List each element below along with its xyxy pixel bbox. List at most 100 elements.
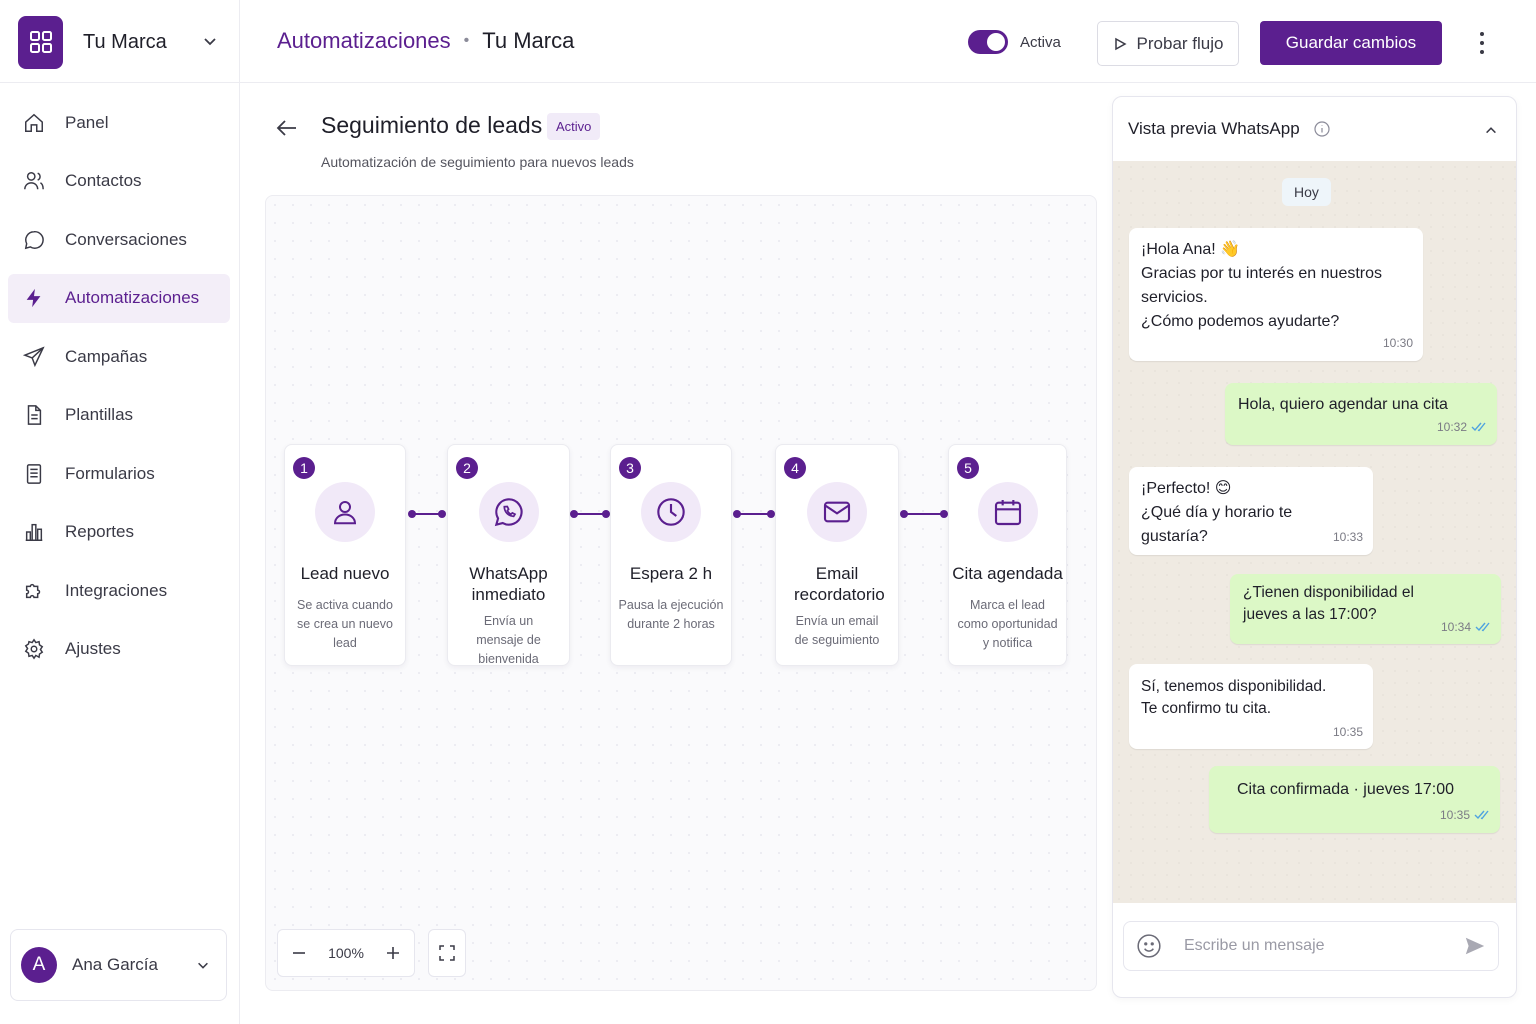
- step-title: Lead nuevo: [300, 564, 390, 583]
- sidebar-item-integraciones[interactable]: Integraciones: [8, 566, 230, 615]
- step-number: 1: [293, 457, 315, 479]
- outgoing-message: Hola, quiero agendar una cita 10:32: [1225, 383, 1497, 445]
- sidebar-item-label: Formularios: [65, 463, 155, 483]
- message-text: Hola, quiero agendar una cita: [1238, 396, 1448, 413]
- step-description: Envía un mensaje de bienvenida: [476, 614, 541, 666]
- step-description: Envía un email de seguimiento: [794, 614, 880, 647]
- clock-icon: [641, 482, 701, 542]
- outgoing-message: Cita confirmada · jueves 17:00 10:35: [1209, 766, 1500, 833]
- flow-step-2[interactable]: 2 WhatsApp inmediato Envía un mensaje de…: [447, 444, 570, 666]
- message-text: Sí, tenemos disponibilidad. Te confirmo …: [1141, 678, 1327, 717]
- step-number: 5: [957, 457, 979, 479]
- message-time: 10:35: [1439, 808, 1470, 822]
- connector-line: [408, 510, 446, 518]
- sidebar-item-formularios[interactable]: Formularios: [8, 449, 230, 498]
- step-description: Pausa la ejecución durante 2 horas: [618, 598, 724, 631]
- outgoing-message: ¿Tienen disponibilidad el jueves a las 1…: [1230, 574, 1501, 644]
- connector-line: [570, 510, 610, 518]
- page-subtitle: Automatización de seguimiento para nuevo…: [321, 154, 634, 170]
- message-text: ¿Tienen disponibilidad el jueves a las 1…: [1243, 584, 1414, 623]
- incoming-message: Sí, tenemos disponibilidad. Te confirmo …: [1129, 664, 1373, 749]
- message-time: 10:34: [1440, 620, 1471, 634]
- document-icon: [22, 403, 46, 427]
- breadcrumb-link[interactable]: Automatizaciones: [277, 28, 451, 54]
- message-time: 10:33: [1332, 530, 1363, 544]
- chevron-down-icon[interactable]: [196, 958, 210, 972]
- breadcrumb: Automatizaciones • Tu Marca: [277, 28, 574, 54]
- flow-step-1[interactable]: 1 Lead nuevo Se activa cuando se crea un…: [284, 444, 406, 666]
- emoji-icon[interactable]: [1136, 933, 1162, 959]
- send-icon: [22, 345, 46, 369]
- breadcrumb-current: Tu Marca: [482, 28, 575, 53]
- sidebar-item-label: Ajustes: [65, 639, 121, 658]
- flow-step-5[interactable]: 5 Cita agendada Marca el lead como oport…: [948, 444, 1067, 666]
- info-icon[interactable]: [1314, 121, 1330, 137]
- incoming-message: ¡Perfecto! 😊 ¿Qué día y horario te gusta…: [1129, 467, 1373, 555]
- sidebar-nav: Panel Contactos Conversaciones Automatiz…: [8, 98, 230, 683]
- step-title: Cita agendada: [952, 564, 1063, 583]
- sidebar-item-automatizaciones[interactable]: Automatizaciones: [8, 273, 230, 323]
- day-separator: Hoy: [1282, 178, 1331, 206]
- puzzle-icon: [22, 579, 46, 603]
- sidebar-item-contactos[interactable]: Contactos: [8, 157, 230, 206]
- whatsapp-preview-panel: Vista previa WhatsApp Hoy ¡Hola Ana! 👋 G…: [1112, 96, 1517, 998]
- message-input[interactable]: [1184, 937, 1454, 955]
- zoom-out-icon[interactable]: [292, 946, 306, 960]
- flow-step-3[interactable]: 3 Espera 2 h Pausa la ejecución durante …: [610, 444, 732, 666]
- breadcrumb-separator: •: [463, 32, 470, 49]
- sidebar-item-label: Conversaciones: [65, 229, 187, 249]
- active-toggle[interactable]: [968, 30, 1008, 54]
- status-badge: Activo: [547, 113, 601, 140]
- chevron-up-icon[interactable]: [1484, 123, 1498, 137]
- preview-header: Vista previa WhatsApp: [1113, 97, 1516, 161]
- play-icon: [1114, 37, 1127, 50]
- gear-icon: [22, 637, 46, 661]
- toggle-label: Activa: [1020, 34, 1061, 51]
- user-menu[interactable]: A Ana García: [10, 929, 227, 1001]
- connector-line: [733, 510, 775, 518]
- mail-icon: [807, 482, 867, 542]
- user-name: Ana García: [72, 955, 158, 974]
- sidebar-item-reportes[interactable]: Reportes: [8, 508, 230, 557]
- double-check-icon: [1475, 622, 1490, 632]
- sidebar-item-label: Automatizaciones: [65, 288, 200, 307]
- users-icon: [22, 169, 46, 193]
- more-options-icon[interactable]: [1470, 30, 1494, 56]
- step-title: Espera 2 h: [629, 564, 713, 583]
- step-title: WhatsApp inmediato: [469, 564, 548, 604]
- sidebar-item-label: Campañas: [65, 346, 148, 366]
- zoom-control: 100%: [277, 929, 415, 977]
- flow-step-4[interactable]: 4 Email recordatorio Envía un email de s…: [775, 444, 899, 666]
- message-text: ¡Hola Ana! 👋 Gracias por tu interés en n…: [1141, 241, 1383, 330]
- zoom-in-icon[interactable]: [386, 946, 400, 960]
- brand-switcher[interactable]: Tu Marca: [18, 15, 230, 69]
- sidebar-item-panel[interactable]: Panel: [8, 98, 230, 147]
- sidebar-item-ajustes[interactable]: Ajustes: [8, 625, 230, 674]
- chat-area: Hoy ¡Hola Ana! 👋 Gracias por tu interés …: [1113, 161, 1516, 903]
- back-arrow-icon[interactable]: [276, 118, 298, 138]
- bar-chart-icon: [22, 520, 46, 544]
- step-description: Se activa cuando se crea un nuevo lead: [297, 598, 393, 650]
- double-check-icon: [1474, 810, 1489, 820]
- chevron-down-icon[interactable]: [202, 33, 218, 49]
- save-button[interactable]: Guardar cambios: [1260, 21, 1442, 65]
- step-number: 4: [784, 457, 806, 479]
- preview-title: Vista previa WhatsApp: [1128, 119, 1300, 138]
- header-divider: [0, 82, 1536, 83]
- double-check-icon: [1471, 422, 1486, 432]
- test-flow-label: Probar flujo: [1136, 33, 1224, 53]
- message-time: 10:35: [1332, 725, 1363, 739]
- brand-name: Tu Marca: [83, 30, 167, 53]
- send-icon[interactable]: [1464, 935, 1486, 957]
- step-description: Marca el lead como oportunidad y notific…: [957, 598, 1058, 650]
- zoom-level: 100%: [328, 945, 364, 961]
- sidebar-item-label: Contactos: [65, 171, 142, 190]
- message-time: 10:30: [1382, 336, 1413, 350]
- sidebar-item-plantillas[interactable]: Plantillas: [8, 391, 230, 440]
- user-icon: [315, 482, 375, 542]
- fit-screen-icon[interactable]: [428, 929, 466, 977]
- test-flow-button[interactable]: Probar flujo: [1097, 21, 1239, 66]
- form-icon: [22, 462, 46, 486]
- sidebar-item-campanas[interactable]: Campañas: [8, 332, 230, 381]
- sidebar-item-conversaciones[interactable]: Conversaciones: [8, 215, 230, 264]
